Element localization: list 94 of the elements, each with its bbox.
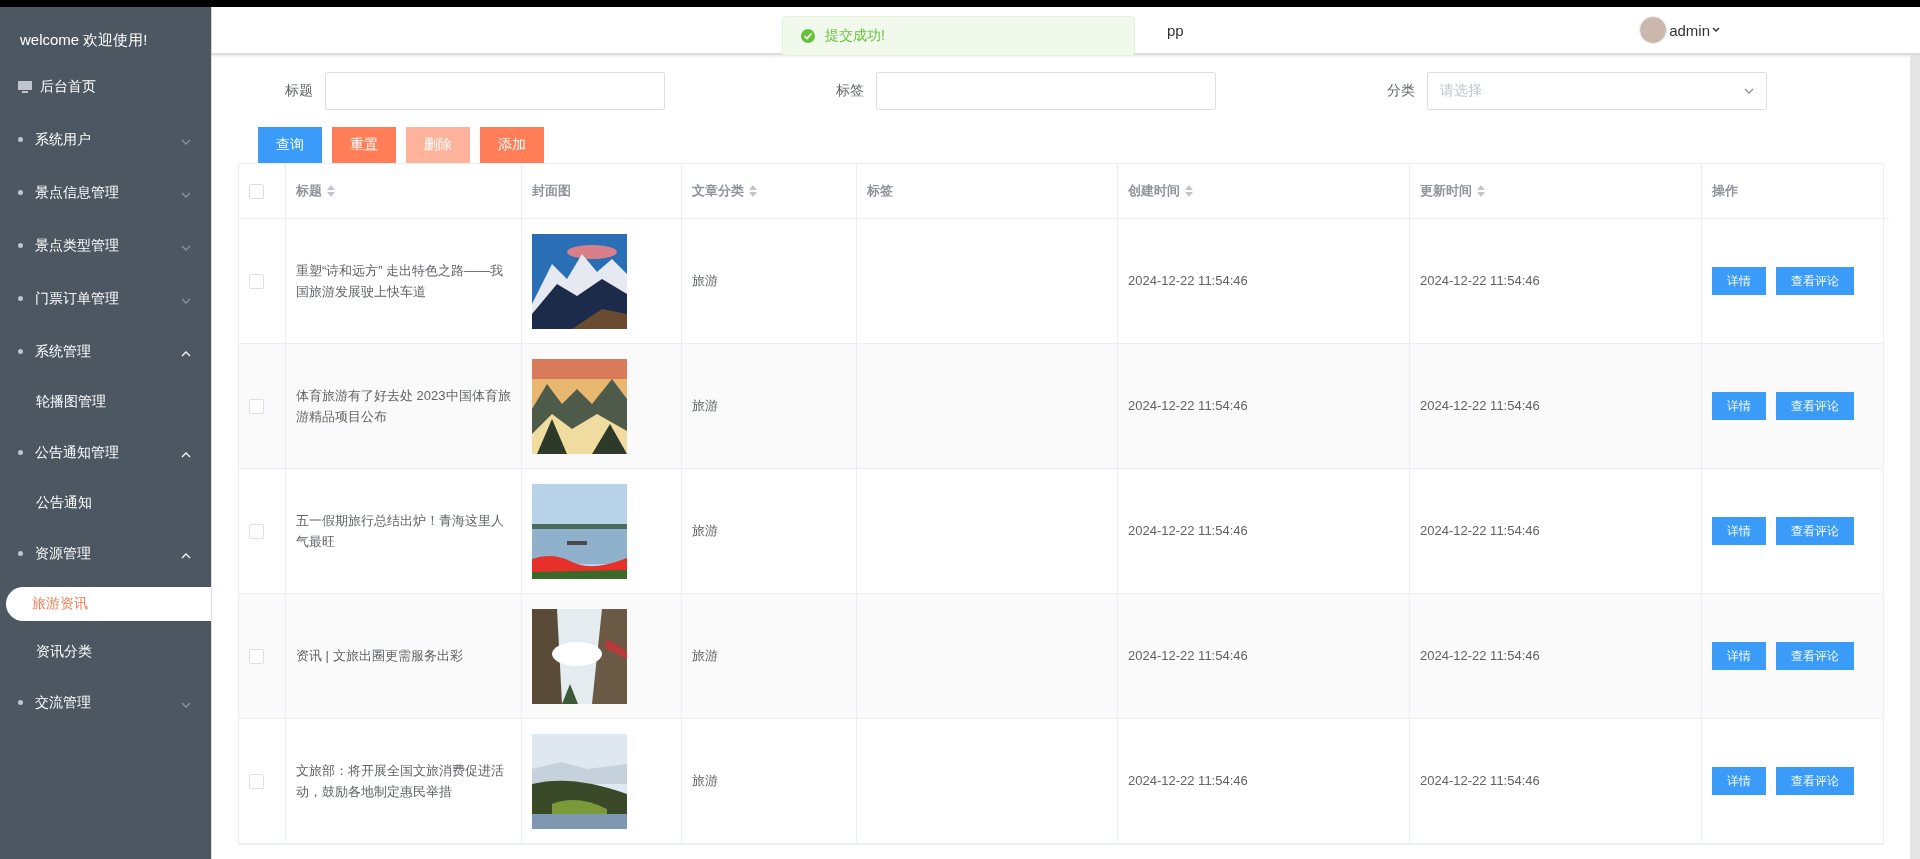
action-button[interactable]: 重置 xyxy=(332,127,396,163)
chevron-up-icon xyxy=(181,552,191,559)
chevron-down-icon xyxy=(181,297,191,304)
row-button[interactable]: 查看评论 xyxy=(1776,767,1854,795)
checkbox[interactable] xyxy=(249,523,264,539)
toast-message: 提交成功! xyxy=(825,27,885,45)
chevron-down-icon xyxy=(181,701,191,708)
sidebar-item[interactable]: 景点信息管理 xyxy=(0,166,211,219)
sidebar-item[interactable]: 门票订单管理 xyxy=(0,272,211,325)
column-header: 操作 xyxy=(1712,182,1738,200)
select-field[interactable]: 请选择 xyxy=(1427,72,1767,110)
sidebar-subitem[interactable]: 资讯分类 xyxy=(0,628,211,676)
column-header: 标签 xyxy=(867,182,893,200)
sidebar-item[interactable]: 后台首页 xyxy=(0,60,211,113)
sort-icon[interactable] xyxy=(1185,185,1193,197)
table-cell-text: 旅游 xyxy=(692,272,718,291)
sidebar-item[interactable]: 景点类型管理 xyxy=(0,219,211,272)
sidebar-item[interactable]: 系统管理 xyxy=(0,325,211,378)
action-button[interactable]: 添加 xyxy=(480,127,544,163)
sidebar-item[interactable]: 交流管理 xyxy=(0,676,211,729)
row-button[interactable]: 查看评论 xyxy=(1776,642,1854,670)
bullet-icon xyxy=(18,137,23,142)
row-button[interactable]: 详情 xyxy=(1712,517,1766,545)
row-button[interactable]: 详情 xyxy=(1712,392,1766,420)
table-cell-text: 2024-12-22 11:54:46 xyxy=(1420,397,1540,416)
column-header: 文章分类 xyxy=(692,182,744,200)
chevron-up-icon xyxy=(181,350,191,357)
table-cell-text: 2024-12-22 11:54:46 xyxy=(1128,397,1248,416)
input-field[interactable] xyxy=(876,72,1216,110)
sort-icon[interactable] xyxy=(1477,185,1485,197)
monitor-icon xyxy=(18,80,32,93)
caret-icon xyxy=(1712,27,1720,33)
user-menu[interactable]: admin xyxy=(1639,16,1720,44)
bullet-icon xyxy=(18,296,23,301)
chevron-down-icon xyxy=(1744,88,1754,94)
row-button[interactable]: 查看评论 xyxy=(1776,392,1854,420)
welcome-text: welcome 欢迎使用! xyxy=(19,30,149,50)
table-cell-text: 2024-12-22 11:54:46 xyxy=(1420,772,1540,791)
filter-label: 标签 xyxy=(836,82,864,100)
column-header: 标题 xyxy=(296,182,322,200)
sort-icon[interactable] xyxy=(749,185,757,197)
table-cell-text: 体育旅游有了好去处 2023中国体育旅游精品项目公布 xyxy=(296,386,511,426)
sidebar-subitem[interactable]: 公告通知 xyxy=(0,479,211,527)
check-circle-icon xyxy=(801,29,815,43)
table-cell-text: 2024-12-22 11:54:46 xyxy=(1420,522,1540,541)
table-cell-text: 旅游 xyxy=(692,772,718,791)
table-cell-text: 2024-12-22 11:54:46 xyxy=(1420,272,1540,291)
table-cell-text: 旅游 xyxy=(692,647,718,666)
column-header: 更新时间 xyxy=(1420,182,1472,200)
app-title: pp xyxy=(1167,21,1184,39)
table-cell-text: 2024-12-22 11:54:46 xyxy=(1128,272,1248,291)
checkbox[interactable] xyxy=(249,648,264,664)
action-button[interactable]: 查询 xyxy=(258,127,322,163)
column-header: 创建时间 xyxy=(1128,182,1180,200)
chevron-down-icon xyxy=(181,191,191,198)
filter-label: 分类 xyxy=(1387,82,1415,100)
bullet-icon xyxy=(18,243,23,248)
sidebar-item[interactable]: 系统用户 xyxy=(0,113,211,166)
bullet-icon xyxy=(18,551,23,556)
sidebar-subitem[interactable]: 旅游资讯 xyxy=(6,587,211,621)
chevron-down-icon xyxy=(181,244,191,251)
avatar-icon xyxy=(1639,16,1668,44)
checkbox[interactable] xyxy=(249,273,264,289)
sidebar-item[interactable]: 公告通知管理 xyxy=(0,426,211,479)
table-cell-text: 旅游 xyxy=(692,397,718,416)
table-cell-text: 资讯 | 文旅出圈更需服务出彩 xyxy=(296,647,463,666)
column-header: 封面图 xyxy=(532,182,571,200)
checkbox[interactable] xyxy=(249,773,264,789)
filter-label: 标题 xyxy=(285,82,313,100)
checkbox[interactable] xyxy=(249,183,264,199)
sidebar-item[interactable]: 资源管理 xyxy=(0,527,211,580)
sort-icon[interactable] xyxy=(327,185,335,197)
row-button[interactable]: 查看评论 xyxy=(1776,517,1854,545)
bullet-icon xyxy=(18,450,23,455)
input-field[interactable] xyxy=(325,72,665,110)
checkbox[interactable] xyxy=(249,398,264,414)
table-cell-text: 2024-12-22 11:54:46 xyxy=(1420,647,1540,666)
table-cell-text: 2024-12-22 11:54:46 xyxy=(1128,522,1248,541)
bullet-icon xyxy=(18,700,23,705)
row-button[interactable]: 查看评论 xyxy=(1776,267,1854,295)
chevron-up-icon xyxy=(181,451,191,458)
row-button[interactable]: 详情 xyxy=(1712,767,1766,795)
table-cell-text: 2024-12-22 11:54:46 xyxy=(1128,772,1248,791)
table-cell-text: 文旅部：将开展全国文旅消费促进活动，鼓励各地制定惠民举措 xyxy=(296,761,505,801)
row-button[interactable]: 详情 xyxy=(1712,642,1766,670)
table-cell-text: 2024-12-22 11:54:46 xyxy=(1128,647,1248,666)
bullet-icon xyxy=(18,349,23,354)
bullet-icon xyxy=(18,190,23,195)
chevron-down-icon xyxy=(181,138,191,145)
table-cell-text: 五一假期旅行总结出炉！青海这里人气最旺 xyxy=(296,511,505,551)
sidebar-subitem[interactable]: 轮播图管理 xyxy=(0,378,211,426)
table-cell-text: 旅游 xyxy=(692,522,718,541)
row-button[interactable]: 详情 xyxy=(1712,267,1766,295)
table-cell-text: 重塑“诗和远方” 走出特色之路——我国旅游发展驶上快车道 xyxy=(296,261,505,301)
